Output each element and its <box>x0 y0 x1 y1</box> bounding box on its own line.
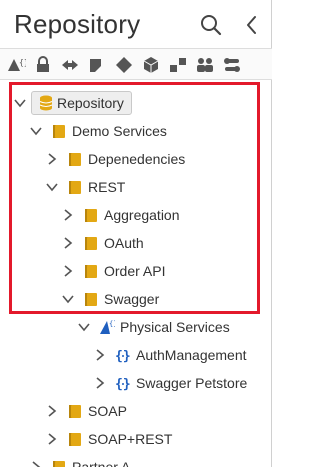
chevron-down-icon[interactable] <box>45 180 59 194</box>
chevron-right-icon[interactable] <box>61 264 75 278</box>
chevron-right-icon[interactable] <box>93 376 107 390</box>
lock-filter-button[interactable] <box>33 56 53 74</box>
chevron-right-icon[interactable] <box>93 348 107 362</box>
tree-node-soap-rest[interactable]: SOAP+REST <box>0 427 260 451</box>
folder-icon <box>67 430 83 448</box>
connector-icon <box>90 59 101 72</box>
tree-node-repository[interactable]: Repository <box>0 91 260 115</box>
chevron-right-icon[interactable] <box>45 404 59 418</box>
tree-node-label: Order API <box>104 263 166 279</box>
chevron-down-icon[interactable] <box>29 124 43 138</box>
svg-text:{}: {} <box>19 58 26 67</box>
tree-node-label: AuthManagement <box>136 347 247 363</box>
tree-node-label: Partner A <box>72 459 131 467</box>
repository-tree: Repository Demo Services Depenedencies R… <box>0 80 272 467</box>
toggle-nodes-icon <box>224 58 240 72</box>
chevron-right-icon[interactable] <box>45 152 59 166</box>
tree-node-oauth[interactable]: OAuth <box>0 231 260 255</box>
folder-icon <box>67 150 83 168</box>
tree-node-auth-management[interactable]: {} AuthManagement <box>0 343 260 367</box>
tree-node-order-api[interactable]: Order API <box>0 259 260 283</box>
chevron-right-icon[interactable] <box>29 460 43 467</box>
tree-node-label: Swagger <box>104 291 160 307</box>
folder-icon <box>83 290 99 308</box>
tree-node-label: OAuth <box>104 235 144 251</box>
tree-node-label: SOAP+REST <box>88 431 173 447</box>
api-braces-icon: {} <box>115 374 131 392</box>
chevron-right-icon[interactable] <box>61 208 75 222</box>
diamond-icon <box>116 57 132 73</box>
filter-toolbar: {} <box>0 48 272 80</box>
rest-api-filter-button[interactable]: {} <box>6 56 29 74</box>
tree-node-demo-services[interactable]: Demo Services <box>0 119 260 143</box>
users-icon <box>197 58 213 72</box>
chevron-down-icon[interactable] <box>13 96 27 110</box>
api-braces-icon: {} <box>115 346 131 364</box>
database-icon <box>38 94 54 112</box>
chevron-down-icon[interactable] <box>61 292 75 306</box>
tree-node-label: Demo Services <box>72 123 167 139</box>
diamond-filter-button[interactable] <box>114 56 134 74</box>
folder-icon <box>51 122 67 140</box>
folder-icon <box>67 402 83 420</box>
tree-node-label: REST <box>88 179 126 195</box>
blocks-icon <box>170 58 186 72</box>
tree-node-swagger-petstore[interactable]: {} Swagger Petstore <box>0 371 260 395</box>
folder-icon <box>83 234 99 252</box>
collapse-icon <box>247 16 256 34</box>
lock-icon <box>37 56 49 72</box>
tree-node-dependencies[interactable]: Depenedencies <box>0 147 260 171</box>
toggle-nodes-filter-button[interactable] <box>222 56 242 74</box>
folder-icon <box>51 458 67 467</box>
folder-icon <box>83 206 99 224</box>
transfer-icon <box>62 60 78 70</box>
search-icon <box>201 15 222 36</box>
tree-node-label: SOAP <box>88 403 127 419</box>
tree-node-label: Swagger Petstore <box>136 375 248 391</box>
blocks-filter-button[interactable] <box>168 56 188 74</box>
tree-node-aggregation[interactable]: Aggregation <box>0 203 260 227</box>
tree-node-physical-services[interactable]: {} Physical Services <box>0 315 260 339</box>
rest-api-icon: {} <box>8 58 29 71</box>
search-button[interactable] <box>199 12 223 38</box>
chevron-right-icon[interactable] <box>45 432 59 446</box>
folder-icon <box>67 178 83 196</box>
cube-filter-button[interactable] <box>141 56 161 74</box>
svg-text:{}: {} <box>109 320 115 328</box>
tree-node-soap[interactable]: SOAP <box>0 399 260 423</box>
tree-node-label: Depenedencies <box>88 151 186 167</box>
repository-panel: Repository {} <box>0 0 272 467</box>
panel-header: Repository <box>0 0 272 48</box>
tree-node-label: Aggregation <box>104 207 180 223</box>
tree-node-label: Physical Services <box>120 319 230 335</box>
panel-title: Repository <box>14 9 141 39</box>
tree-node-label: Repository <box>57 95 124 111</box>
tree-node-swagger[interactable]: Swagger <box>0 287 260 311</box>
transfer-filter-button[interactable] <box>60 56 80 74</box>
cube-icon <box>143 57 159 73</box>
physical-service-icon: {} <box>99 318 117 336</box>
chevron-right-icon[interactable] <box>61 236 75 250</box>
tree-node-partner-a[interactable]: Partner A <box>0 455 260 467</box>
chevron-down-icon[interactable] <box>77 320 91 334</box>
collapse-panel-button[interactable] <box>240 12 264 38</box>
folder-icon <box>83 262 99 280</box>
users-filter-button[interactable] <box>195 56 215 74</box>
tree-node-rest[interactable]: REST <box>0 175 260 199</box>
connector-filter-button[interactable] <box>87 56 107 74</box>
